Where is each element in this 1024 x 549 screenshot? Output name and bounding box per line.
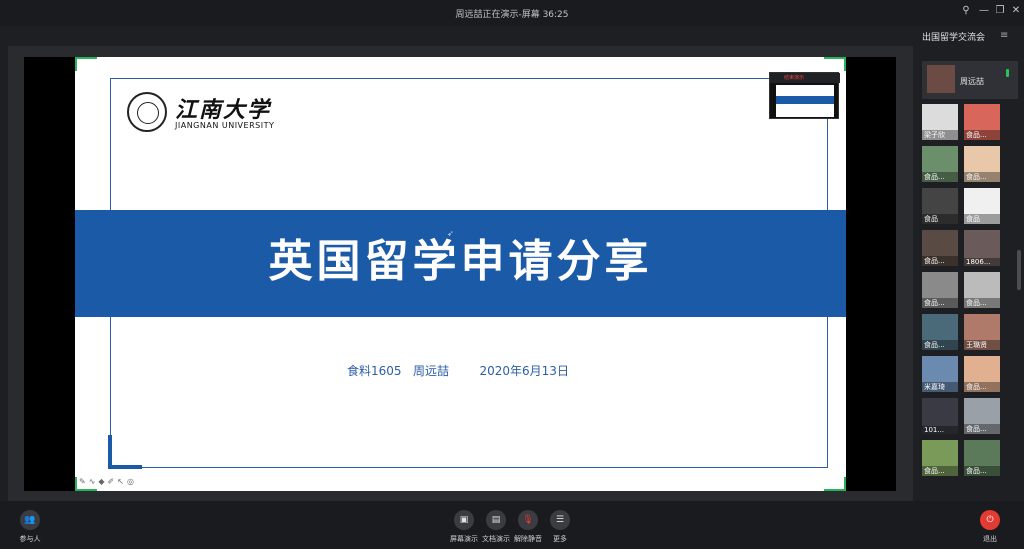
avatar [927, 65, 955, 93]
shared-slide: 江南大学 JIANGNAN UNIVERSITY 英国留学申请分享 ➶ 食料16… [75, 57, 846, 491]
participant-name: 101... [922, 426, 958, 434]
panel-scrollbar[interactable] [1017, 250, 1021, 290]
seal-icon [127, 92, 167, 132]
participant-tile[interactable]: 食品... [964, 356, 1000, 392]
slide-subtitle: 食料1605 周远喆 2020年6月13日 [347, 364, 569, 378]
mic-level-icon [1006, 69, 1009, 77]
participant-tile[interactable]: 食品... [922, 272, 958, 308]
participant-tile[interactable]: 米嘉琦 [922, 356, 958, 392]
list-toggle-icon[interactable]: ≡ [1000, 30, 1008, 41]
participant-name: 王璐贤 [964, 340, 1000, 350]
participant-name: 梁子欣 [922, 130, 958, 140]
participant-tile[interactable]: 食品... [964, 146, 1000, 182]
mic-muted-icon: 🎙 [518, 510, 538, 530]
active-speaker[interactable]: 周远喆 [922, 61, 1018, 99]
participant-tile[interactable]: 食品 [964, 188, 1000, 224]
participant-name: 食品... [964, 172, 1000, 182]
participant-name: 食品... [964, 298, 1000, 308]
participant-name: 食品... [922, 172, 958, 182]
meeting-title: 出国留学交流会 [922, 33, 986, 43]
folder-icon: ▤ [486, 510, 506, 530]
people-icon: 👥 [20, 510, 40, 530]
share-corner-bottom-right [824, 477, 846, 491]
close-icon[interactable]: ✕ [1008, 3, 1024, 19]
meeting-app: 周远喆正在演示-屏幕 36:25 ⚲ — ❐ ✕ 江南大学 JIANGNAN U… [0, 0, 1024, 549]
mini-header: 结束演示 [770, 73, 840, 83]
participant-tile[interactable]: 食品... [922, 146, 958, 182]
menu-icon: ☰ [550, 510, 570, 530]
bottom-toolbar: 👥 参与人 ▣ 屏幕演示 ▤ 文档演示 🎙 解除静音 ☰ 更多 ⏻ 退出 [0, 501, 1024, 549]
mini-title-band [776, 96, 834, 104]
participant-name: 食品... [922, 466, 958, 476]
window-title: 周远喆正在演示-屏幕 36:25 [455, 10, 569, 20]
participant-name: 米嘉琦 [922, 382, 958, 392]
title-bar: 周远喆正在演示-屏幕 36:25 ⚲ — ❐ ✕ [0, 0, 1024, 26]
share-corner-bottom-left [75, 477, 97, 491]
participant-name: 1806... [964, 258, 1000, 266]
participant-tile[interactable]: 食品... [922, 440, 958, 476]
participant-tile[interactable]: 1806... [964, 230, 1000, 266]
participant-name: 食品... [964, 466, 1000, 476]
participant-tile[interactable]: 食品... [964, 272, 1000, 308]
participant-tile[interactable]: 食品... [964, 440, 1000, 476]
mouse-cursor-icon: ➶ [447, 229, 454, 238]
stop-share-label[interactable]: 结束演示 [784, 74, 804, 81]
participant-tile[interactable]: 食品... [964, 104, 1000, 140]
minimize-icon[interactable]: — [976, 3, 992, 19]
share-corner-top-right [824, 57, 846, 71]
pin-icon[interactable]: ⚲ [958, 3, 974, 19]
participant-name: 食品 [922, 214, 958, 224]
screen-icon: ▣ [454, 510, 474, 530]
university-logo: 江南大学 JIANGNAN UNIVERSITY [127, 92, 277, 136]
participant-tile[interactable]: 食品... [922, 230, 958, 266]
participants-button[interactable]: 👥 参与人 [10, 510, 50, 544]
participant-tile[interactable]: 食品... [922, 314, 958, 350]
presenter-mini-window[interactable]: 结束演示 [769, 72, 840, 119]
logo-chinese-name: 江南大学 [175, 97, 272, 123]
participant-name: 食品... [964, 130, 1000, 140]
slide-title: 英国留学申请分享 [268, 236, 653, 287]
corner-decoration [108, 435, 142, 469]
logo-english-name: JIANGNAN UNIVERSITY [175, 121, 275, 130]
exit-button[interactable]: ⏻ 退出 [970, 510, 1010, 544]
participant-name: 食品... [964, 382, 1000, 392]
participant-tile[interactable]: 101... [922, 398, 958, 434]
participant-name: 食品... [922, 298, 958, 308]
participant-name: 食品... [922, 340, 958, 350]
speaker-name: 周远喆 [960, 77, 984, 86]
participant-name: 食品 [964, 214, 1000, 224]
restore-icon[interactable]: ❐ [992, 3, 1008, 19]
share-corner-top-left [75, 57, 97, 71]
participant-tile[interactable]: 食品... [964, 398, 1000, 434]
more-button[interactable]: ☰ 更多 [540, 510, 580, 544]
power-icon: ⏻ [980, 510, 1000, 530]
participant-tile[interactable]: 王璐贤 [964, 314, 1000, 350]
participant-name: 食品... [922, 256, 958, 266]
participant-tile[interactable]: 食品 [922, 188, 958, 224]
participant-tile[interactable]: 梁子欣 [922, 104, 958, 140]
participant-name: 食品... [964, 424, 1000, 434]
